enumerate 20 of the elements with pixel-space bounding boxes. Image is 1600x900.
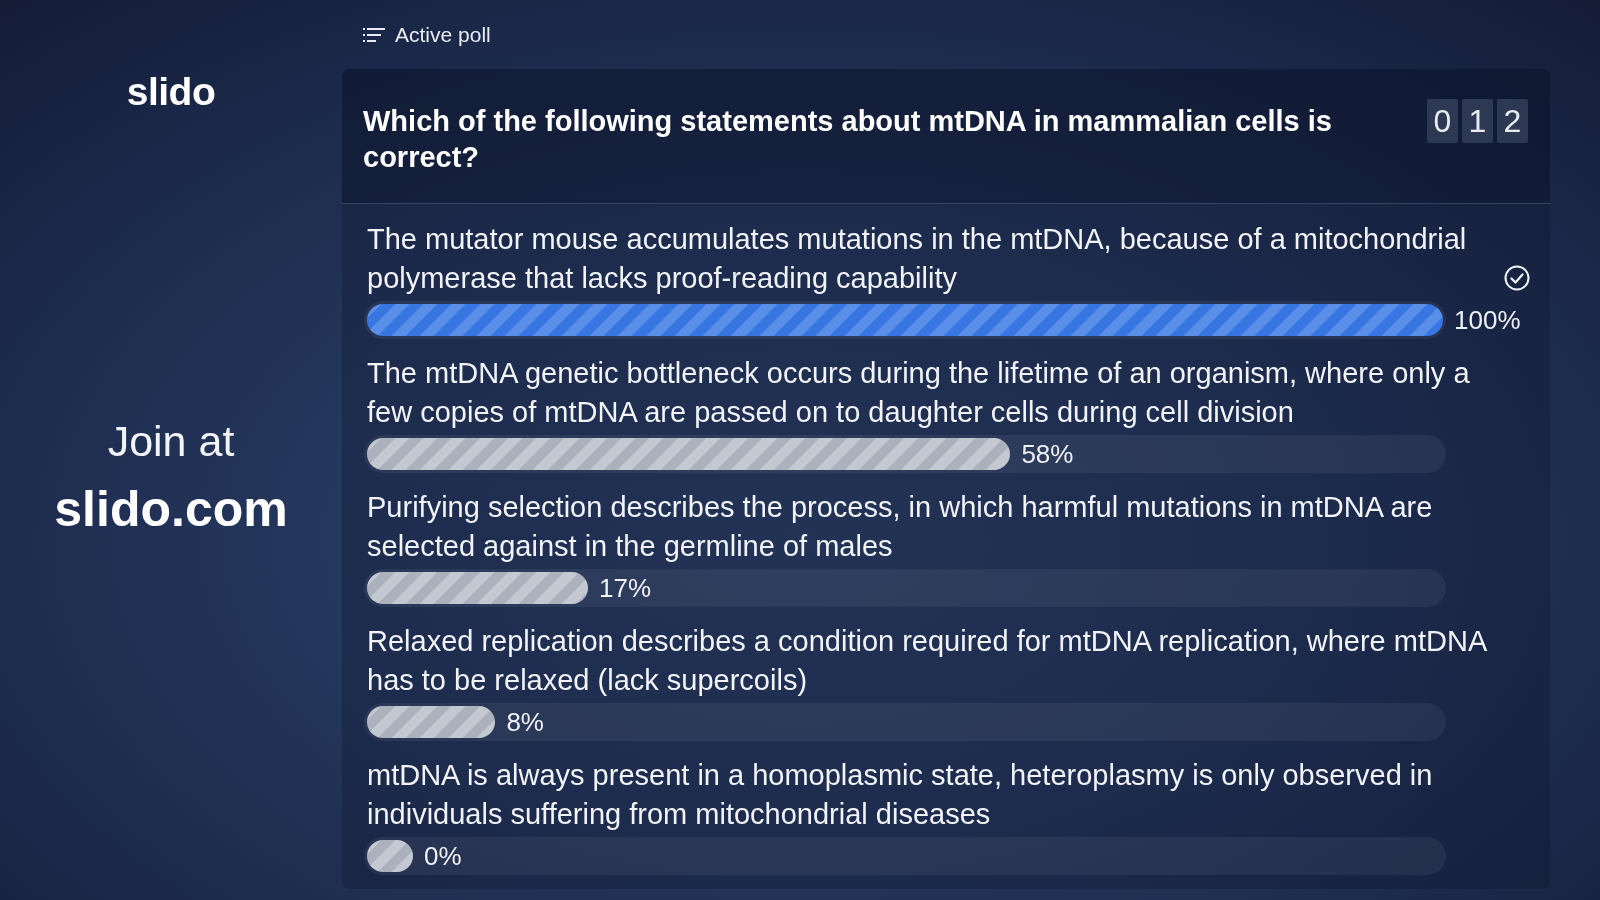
- option-text: The mutator mouse accumulates mutations in the mtDNA, because of a mitochondrial polymerase that lacks proof-reading capability: [367, 222, 1468, 296]
- check-circle-icon: [1504, 265, 1530, 291]
- section-title: Active poll: [395, 22, 491, 47]
- option-text: Relaxed replication describes a condition required for mtDNA replication, where mtDNA has to be relaxed (lack supercoils): [367, 624, 1488, 698]
- option-text: The mtDNA genetic bottleneck occurs during the lifetime of an organism, where only a few copies of mtDNA are passed on to daughter cells during cell division: [367, 356, 1471, 430]
- logo: slido: [126, 69, 216, 115]
- list-icon: [363, 27, 385, 42]
- counter-digit: 1: [1462, 99, 1493, 143]
- poll-question: Which of the following statements about mtDNA in mammalian cells is correct?: [363, 104, 1333, 175]
- option-text: mtDNA is always present in a homoplasmic state, heteroplasmy is only observed in individuals suffering from mitochondrial diseases: [367, 758, 1434, 832]
- option-text: Purifying selection describes the process, in which harmful mutations in mtDNA are selected against in the germline of males: [367, 490, 1434, 564]
- join-url: slido.com: [54, 480, 288, 539]
- counter-digit: 0: [1427, 99, 1458, 143]
- join-prompt: Join at: [107, 416, 235, 467]
- counter-digit: 2: [1497, 99, 1528, 143]
- percent-label: 100%: [1454, 304, 1521, 336]
- percent-label: 8%: [506, 706, 544, 738]
- percent-label: 58%: [1021, 438, 1074, 470]
- percent-label: 17%: [599, 572, 652, 604]
- percent-label: 0%: [424, 840, 462, 872]
